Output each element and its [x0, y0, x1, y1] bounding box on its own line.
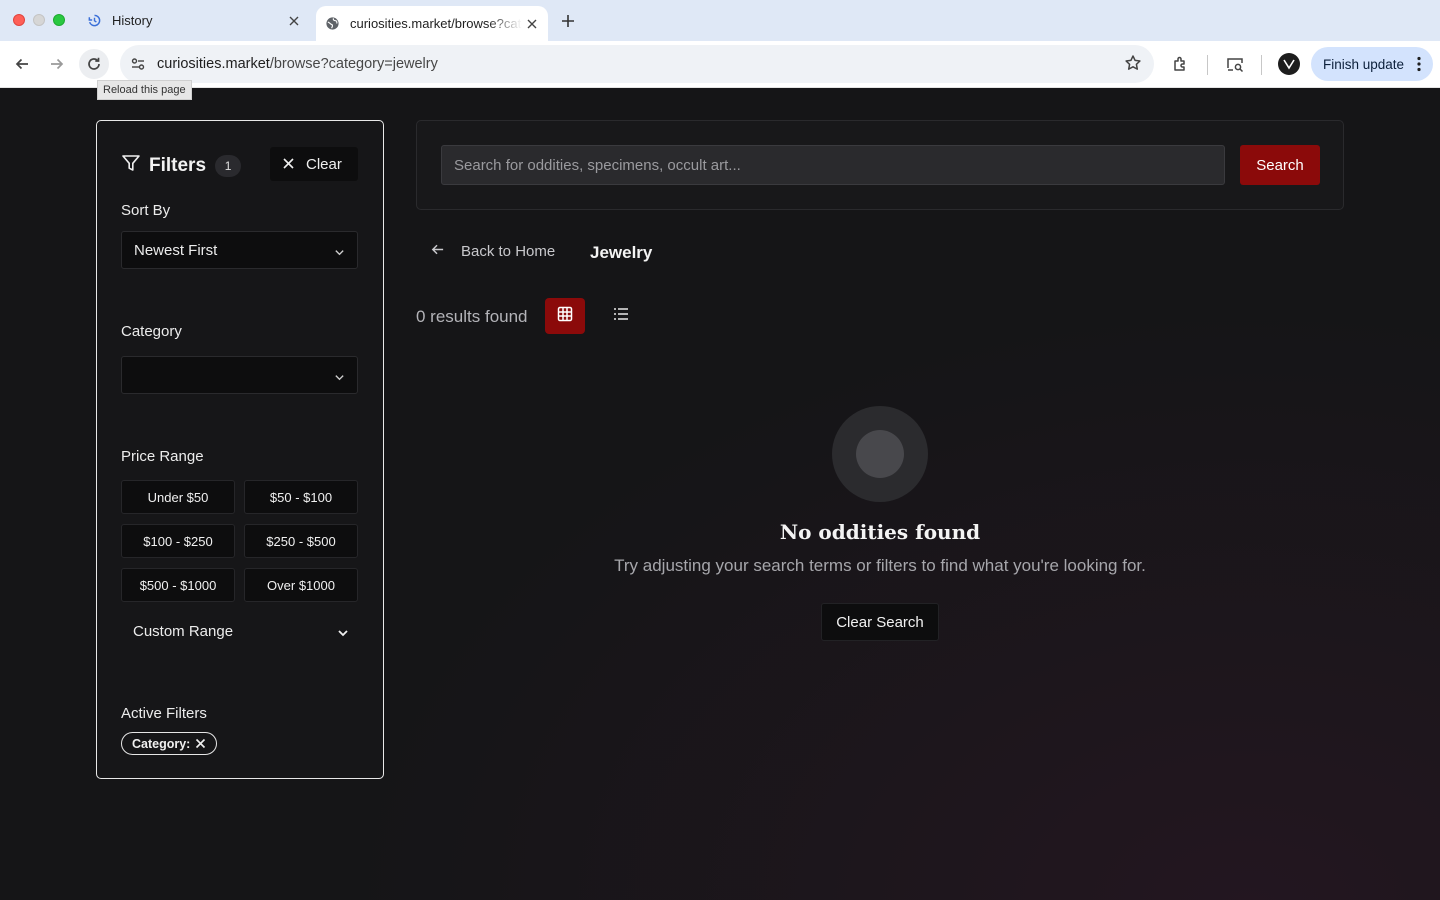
results-count: 0 results found — [416, 307, 528, 326]
site-settings-icon[interactable] — [124, 50, 152, 78]
extensions-icon[interactable] — [1166, 49, 1196, 79]
browser-tab-bar: History curiosities.market/browse?catego… — [0, 0, 1440, 41]
sort-by-select[interactable]: Newest First — [121, 231, 358, 269]
browser-toolbar: curiosities.market/browse?category=jewel… — [0, 41, 1440, 88]
page-content: Filters 1 Clear Sort By Newest First Cat… — [0, 88, 1440, 900]
price-50-100-button[interactable]: $50 - $100 — [244, 480, 358, 514]
filters-header: Filters 1 — [121, 153, 242, 178]
forward-arrow-icon[interactable] — [42, 49, 72, 79]
back-arrow-icon — [430, 242, 445, 261]
price-100-250-button[interactable]: $100 - $250 — [121, 524, 235, 558]
sort-by-value: Newest First — [134, 241, 218, 259]
tab-title: curiosities.market/browse?category=jewel… — [350, 16, 522, 31]
filters-panel: Filters 1 Clear Sort By Newest First Cat… — [96, 120, 384, 779]
clear-search-button[interactable]: Clear Search — [821, 603, 939, 641]
filter-funnel-icon — [121, 153, 141, 178]
chevron-down-icon — [334, 245, 345, 262]
history-icon — [86, 13, 102, 29]
active-filter-chip-label: Category: — [132, 736, 191, 751]
empty-state-subtitle: Try adjusting your search terms or filte… — [614, 556, 1146, 575]
remove-filter-icon[interactable] — [195, 738, 206, 749]
sort-by-label: Sort By — [121, 202, 171, 219]
chevron-down-icon — [337, 626, 349, 643]
reload-tooltip: Reload this page — [97, 80, 192, 100]
clear-filters-label: Clear — [306, 155, 342, 173]
finish-update-button[interactable]: Finish update — [1311, 47, 1433, 81]
category-label: Category — [121, 323, 182, 340]
search-input[interactable] — [441, 145, 1225, 185]
page-title: Jewelry — [590, 243, 653, 262]
price-500-1000-button[interactable]: $500 - $1000 — [121, 568, 235, 602]
toolbar-divider — [1207, 55, 1208, 75]
list-view-button[interactable] — [601, 298, 641, 334]
search-button[interactable]: Search — [1240, 145, 1320, 185]
filters-count-badge: 1 — [215, 154, 242, 177]
close-tab-icon[interactable] — [522, 14, 542, 34]
window-minimize-button[interactable] — [33, 14, 45, 26]
close-icon — [283, 156, 294, 173]
list-icon — [613, 306, 629, 327]
price-over-1000-button[interactable]: Over $1000 — [244, 568, 358, 602]
grid-icon — [557, 306, 573, 327]
finish-update-label: Finish update — [1323, 56, 1405, 72]
filters-title: Filters — [149, 154, 207, 176]
back-to-home-link[interactable]: Back to Home — [430, 242, 555, 261]
url-text: curiosities.market/browse?category=jewel… — [157, 56, 438, 72]
custom-range-label: Custom Range — [133, 623, 234, 640]
new-tab-icon[interactable] — [556, 9, 580, 33]
url-host: curiosities.market — [157, 56, 270, 72]
chevron-down-icon — [334, 370, 345, 387]
custom-range-toggle[interactable]: Custom Range — [133, 623, 349, 640]
tab-curiosities-browse[interactable]: curiosities.market/browse?category=jewel… — [316, 6, 548, 41]
profile-avatar[interactable] — [1278, 53, 1300, 75]
empty-state-icon — [832, 406, 928, 502]
empty-state-icon-inner — [856, 430, 904, 478]
tab-title: History — [112, 13, 153, 28]
category-select[interactable] — [121, 356, 358, 394]
close-tab-icon[interactable] — [284, 11, 304, 31]
address-bar[interactable]: curiosities.market/browse?category=jewel… — [120, 45, 1154, 83]
price-250-500-button[interactable]: $250 - $500 — [244, 524, 358, 558]
cast-search-icon[interactable] — [1220, 49, 1250, 79]
active-filters-label: Active Filters — [121, 705, 207, 722]
reload-icon[interactable] — [79, 49, 109, 79]
back-to-home-label: Back to Home — [461, 243, 556, 260]
active-filter-chip-category[interactable]: Category: — [121, 732, 218, 755]
toolbar-divider — [1261, 55, 1262, 75]
bookmark-star-icon[interactable] — [1124, 54, 1142, 77]
empty-state-title: No oddities found — [779, 520, 981, 544]
price-under-50-button[interactable]: Under $50 — [121, 480, 235, 514]
globe-icon — [324, 16, 340, 32]
price-range-label: Price Range — [121, 448, 204, 465]
tab-history[interactable]: History — [78, 0, 310, 41]
more-menu-icon[interactable] — [1417, 56, 1421, 75]
grid-view-button[interactable] — [545, 298, 585, 334]
window-close-button[interactable] — [13, 14, 25, 26]
back-arrow-icon[interactable] — [7, 49, 37, 79]
search-panel: Search — [416, 120, 1344, 210]
clear-filters-button[interactable]: Clear — [270, 147, 358, 181]
window-maximize-button[interactable] — [53, 14, 65, 26]
url-path: /browse?category=jewelry — [269, 56, 438, 72]
